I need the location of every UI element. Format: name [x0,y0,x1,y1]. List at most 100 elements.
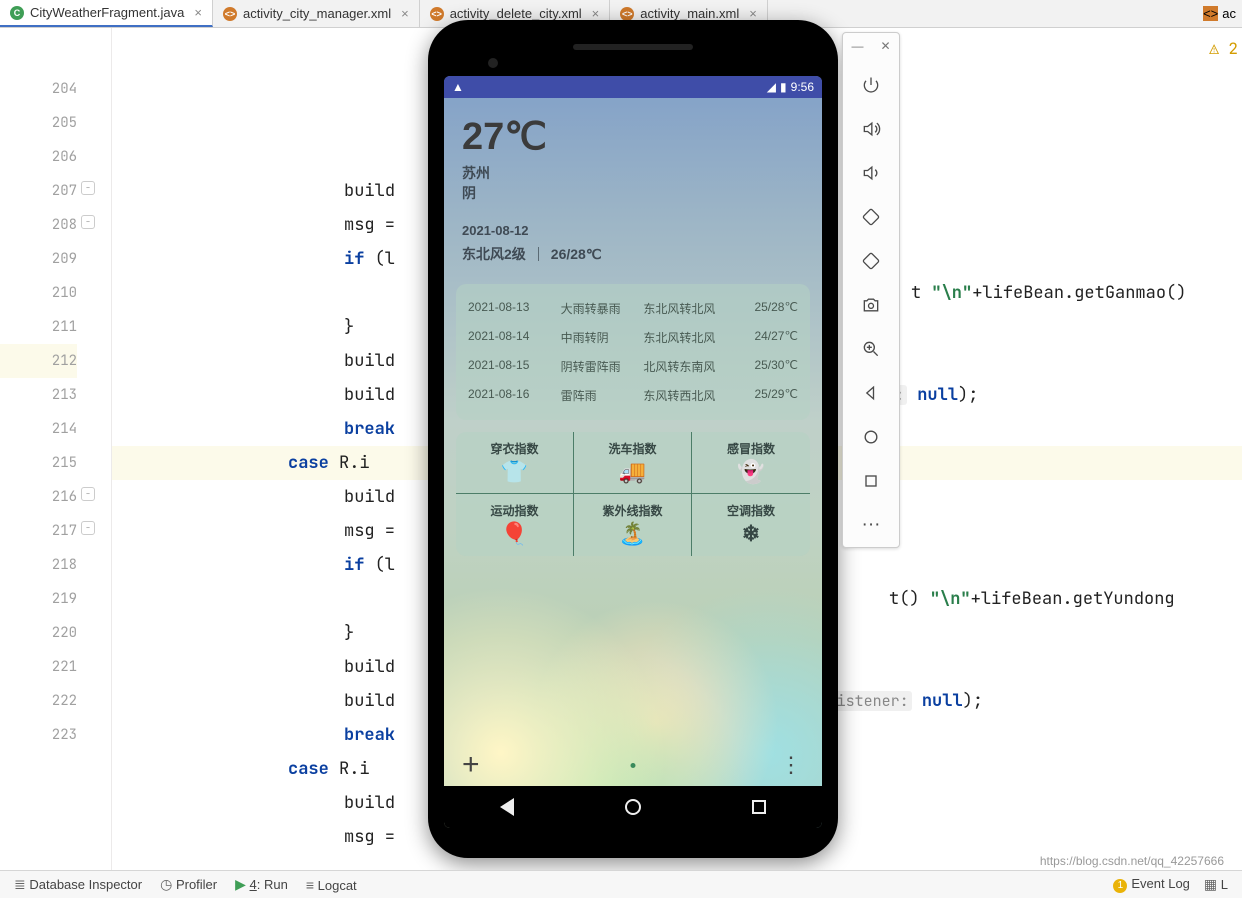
fold-icon[interactable]: − [81,215,95,229]
life-index-item[interactable]: 运动指数🎈 [456,494,574,556]
line-number: 221 [0,650,77,684]
nav-back-button[interactable] [500,798,514,816]
current-date: 2021-08-12 [462,223,804,238]
ide-bottom-toolbar: ≣ Database Inspector ◷ Profiler ▶ 4: Run… [0,870,1242,898]
forecast-row: 2021-08-13大雨转暴雨东北风转北风25/28℃ [468,294,798,323]
close-icon[interactable]: × [190,5,202,20]
xml-icon: <> [430,7,444,21]
device-camera [488,58,498,68]
list-icon: ≡ [306,877,314,893]
life-index-card: 穿衣指数👕洗车指数🚚感冒指数👻 运动指数🎈紫外线指数🏝️空调指数❄ [456,432,810,556]
rotate-left-icon[interactable] [861,201,881,233]
line-number: 215 [0,446,77,480]
status-time: 9:56 [791,80,814,94]
line-number: 212 [0,344,77,378]
tab-overflow[interactable]: <> ac [1197,0,1242,27]
line-number: 209 [0,242,77,276]
profiler-tool[interactable]: ◷ Profiler [160,876,217,893]
tab-label: CityWeatherFragment.java [30,5,184,20]
line-number: 211 [0,310,77,344]
minimize-icon[interactable]: — [851,39,863,53]
event-log-tool[interactable]: 1Event Log [1113,876,1190,893]
layout-tool[interactable]: ▦ L [1204,876,1228,893]
emulator-toolbar: — ✕ ··· [842,32,900,548]
database-inspector-tool[interactable]: ≣ Database Inspector [14,876,142,893]
device-speaker [573,44,693,50]
layout-icon: ▦ [1204,876,1217,892]
nav-overview-button[interactable] [752,800,766,814]
life-index-item[interactable]: 紫外线指数🏝️ [574,494,692,556]
line-number: 213 [0,378,77,412]
fold-icon[interactable]: − [81,181,95,195]
more-icon[interactable]: ··· [862,509,881,541]
play-icon: ▶ [235,876,246,892]
forecast-row: 2021-08-16雷阵雨东风转西北风25/29℃ [468,381,798,410]
camera-icon[interactable] [861,289,881,321]
watermark: https://blog.csdn.net/qq_42257666 [1040,854,1224,868]
close-icon[interactable]: × [397,6,409,21]
warning-indicator[interactable]: ⚠ 2 [1209,32,1238,66]
wind: 东北风2级 [462,244,526,264]
forecast-card: 2021-08-13大雨转暴雨东北风转北风25/28℃2021-08-14中雨转… [456,284,810,420]
line-number: 216− [0,480,77,514]
close-icon[interactable]: × [588,6,600,21]
notification-badge: 1 [1113,879,1127,893]
home-icon[interactable] [861,421,881,453]
add-city-button[interactable]: + [462,748,480,782]
power-icon[interactable] [861,69,881,101]
app-bottom-bar: + ⋮ [444,744,822,786]
tab-label: activity_city_manager.xml [243,6,391,21]
gauge-icon: ◷ [160,876,172,892]
line-number: 205 [0,106,77,140]
tab-label: activity_delete_city.xml [450,6,582,21]
xml-icon: <> [223,7,237,21]
forecast-row: 2021-08-15阴转雷阵雨北风转东南风25/30℃ [468,352,798,381]
line-number: 217− [0,514,77,548]
database-icon: ≣ [14,876,26,892]
condition: 阴 [462,183,804,203]
separator [538,247,539,261]
xml-icon: <> [1203,6,1218,21]
life-index-item[interactable]: 洗车指数🚚 [574,432,692,494]
life-index-item[interactable]: 穿衣指数👕 [456,432,574,494]
nav-home-button[interactable] [625,799,641,815]
volume-down-icon[interactable] [861,157,881,189]
line-number: 218 [0,548,77,582]
android-nav-bar [444,786,822,828]
tab-cityweatherfragment[interactable]: C CityWeatherFragment.java × [0,0,213,27]
android-status-bar: ▲ ◢ ▮ 9:56 [444,76,822,98]
line-number-gutter: 204205206207−208−20921021121221321421521… [0,28,112,870]
logcat-tool[interactable]: ≡ Logcat [306,877,357,893]
java-class-icon: C [10,6,24,20]
line-number: 214 [0,412,77,446]
emulator-device-frame: ▲ ◢ ▮ 9:56 27℃ 苏州 阴 2021-08-12 东北风2级 26/… [428,20,838,858]
run-tool[interactable]: ▶ 4: Run [235,876,288,893]
temp-range: 26/28℃ [551,246,602,263]
overview-icon[interactable] [861,465,881,497]
life-index-item[interactable]: 感冒指数👻 [692,432,810,494]
line-number: 206 [0,140,77,174]
temperature: 27℃ [462,114,804,159]
city-name: 苏州 [462,163,804,183]
life-index-item[interactable]: 空调指数❄ [692,494,810,556]
xml-icon: <> [620,7,634,21]
rotate-right-icon[interactable] [861,245,881,277]
line-number: 220 [0,616,77,650]
tab-activity-city-manager[interactable]: <> activity_city_manager.xml × [213,0,420,27]
battery-icon: ▮ [780,80,787,94]
line-number: 208− [0,208,77,242]
close-icon[interactable]: × [745,6,757,21]
line-number: 223 [0,718,77,752]
fold-icon[interactable]: − [81,521,95,535]
line-number: 219 [0,582,77,616]
close-icon[interactable]: ✕ [880,39,890,53]
line-number: 207− [0,174,77,208]
emulator-screen[interactable]: ▲ ◢ ▮ 9:56 27℃ 苏州 阴 2021-08-12 东北风2级 26/… [444,76,822,828]
line-number: 210 [0,276,77,310]
fold-icon[interactable]: − [81,487,95,501]
volume-up-icon[interactable] [861,113,881,145]
overflow-menu-button[interactable]: ⋮ [780,752,804,778]
forecast-row: 2021-08-14中雨转阴东北风转北风24/27℃ [468,323,798,352]
zoom-icon[interactable] [861,333,881,365]
back-icon[interactable] [861,377,881,409]
